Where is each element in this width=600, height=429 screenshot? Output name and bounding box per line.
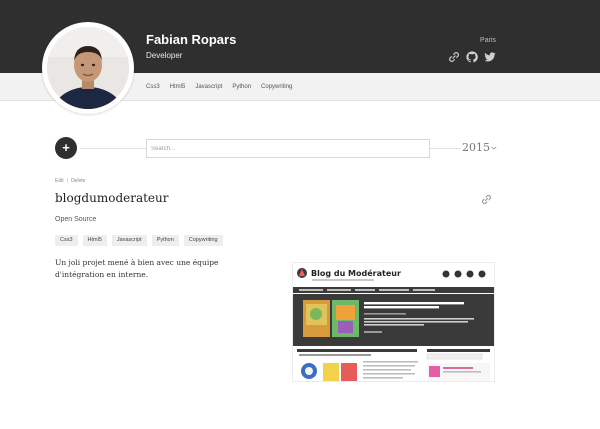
divider — [80, 148, 146, 149]
post-title: blogdumoderateur — [55, 191, 169, 205]
year-selector[interactable]: 2015 — [462, 141, 490, 154]
edit-link[interactable]: Edit — [55, 178, 64, 184]
screenshot-site-title: Blog du Modérateur — [311, 268, 401, 278]
skill-item: Css3 — [146, 84, 160, 90]
tag[interactable]: Css3 — [55, 235, 78, 246]
post-category: Open Source — [55, 216, 97, 223]
tag[interactable]: Javascript — [111, 235, 147, 246]
avatar — [42, 22, 134, 114]
divider — [430, 148, 460, 149]
post-description: Un joli projet mené à bien avec une équi… — [55, 258, 219, 279]
chevron-down-icon[interactable] — [491, 145, 497, 151]
profile-name: Fabian Ropars — [146, 32, 237, 47]
skill-item: Javascript — [195, 84, 223, 90]
twitter-icon[interactable] — [484, 51, 496, 63]
skill-item: Html5 — [169, 84, 186, 90]
delete-link[interactable]: Delete — [71, 178, 85, 184]
add-project-button[interactable]: + — [55, 137, 77, 159]
link-icon[interactable] — [448, 51, 460, 63]
project-screenshot[interactable]: Blog du Modérateur — [292, 262, 495, 382]
link-icon[interactable] — [481, 194, 492, 205]
tag[interactable]: Python — [151, 235, 179, 246]
tag[interactable]: Copywriting — [183, 235, 223, 246]
skill-item: Copywriting — [261, 84, 293, 90]
search-input[interactable] — [146, 139, 430, 158]
post-tags: Css3 Html5 Javascript Python Copywriting — [55, 235, 223, 246]
profile-role: Developer — [146, 51, 183, 60]
github-icon[interactable] — [466, 51, 478, 63]
skills-list: Css3 Html5 Javascript Python Copywriting — [146, 84, 292, 90]
profile-location: Paris — [480, 37, 496, 44]
post-actions: Edit | Delete — [55, 178, 85, 184]
avatar-photo — [47, 27, 129, 109]
skill-item: Python — [232, 84, 252, 90]
website-screenshot-image: Blog du Modérateur — [293, 263, 494, 381]
tag[interactable]: Html5 — [82, 235, 107, 246]
action-separator: | — [66, 178, 68, 184]
